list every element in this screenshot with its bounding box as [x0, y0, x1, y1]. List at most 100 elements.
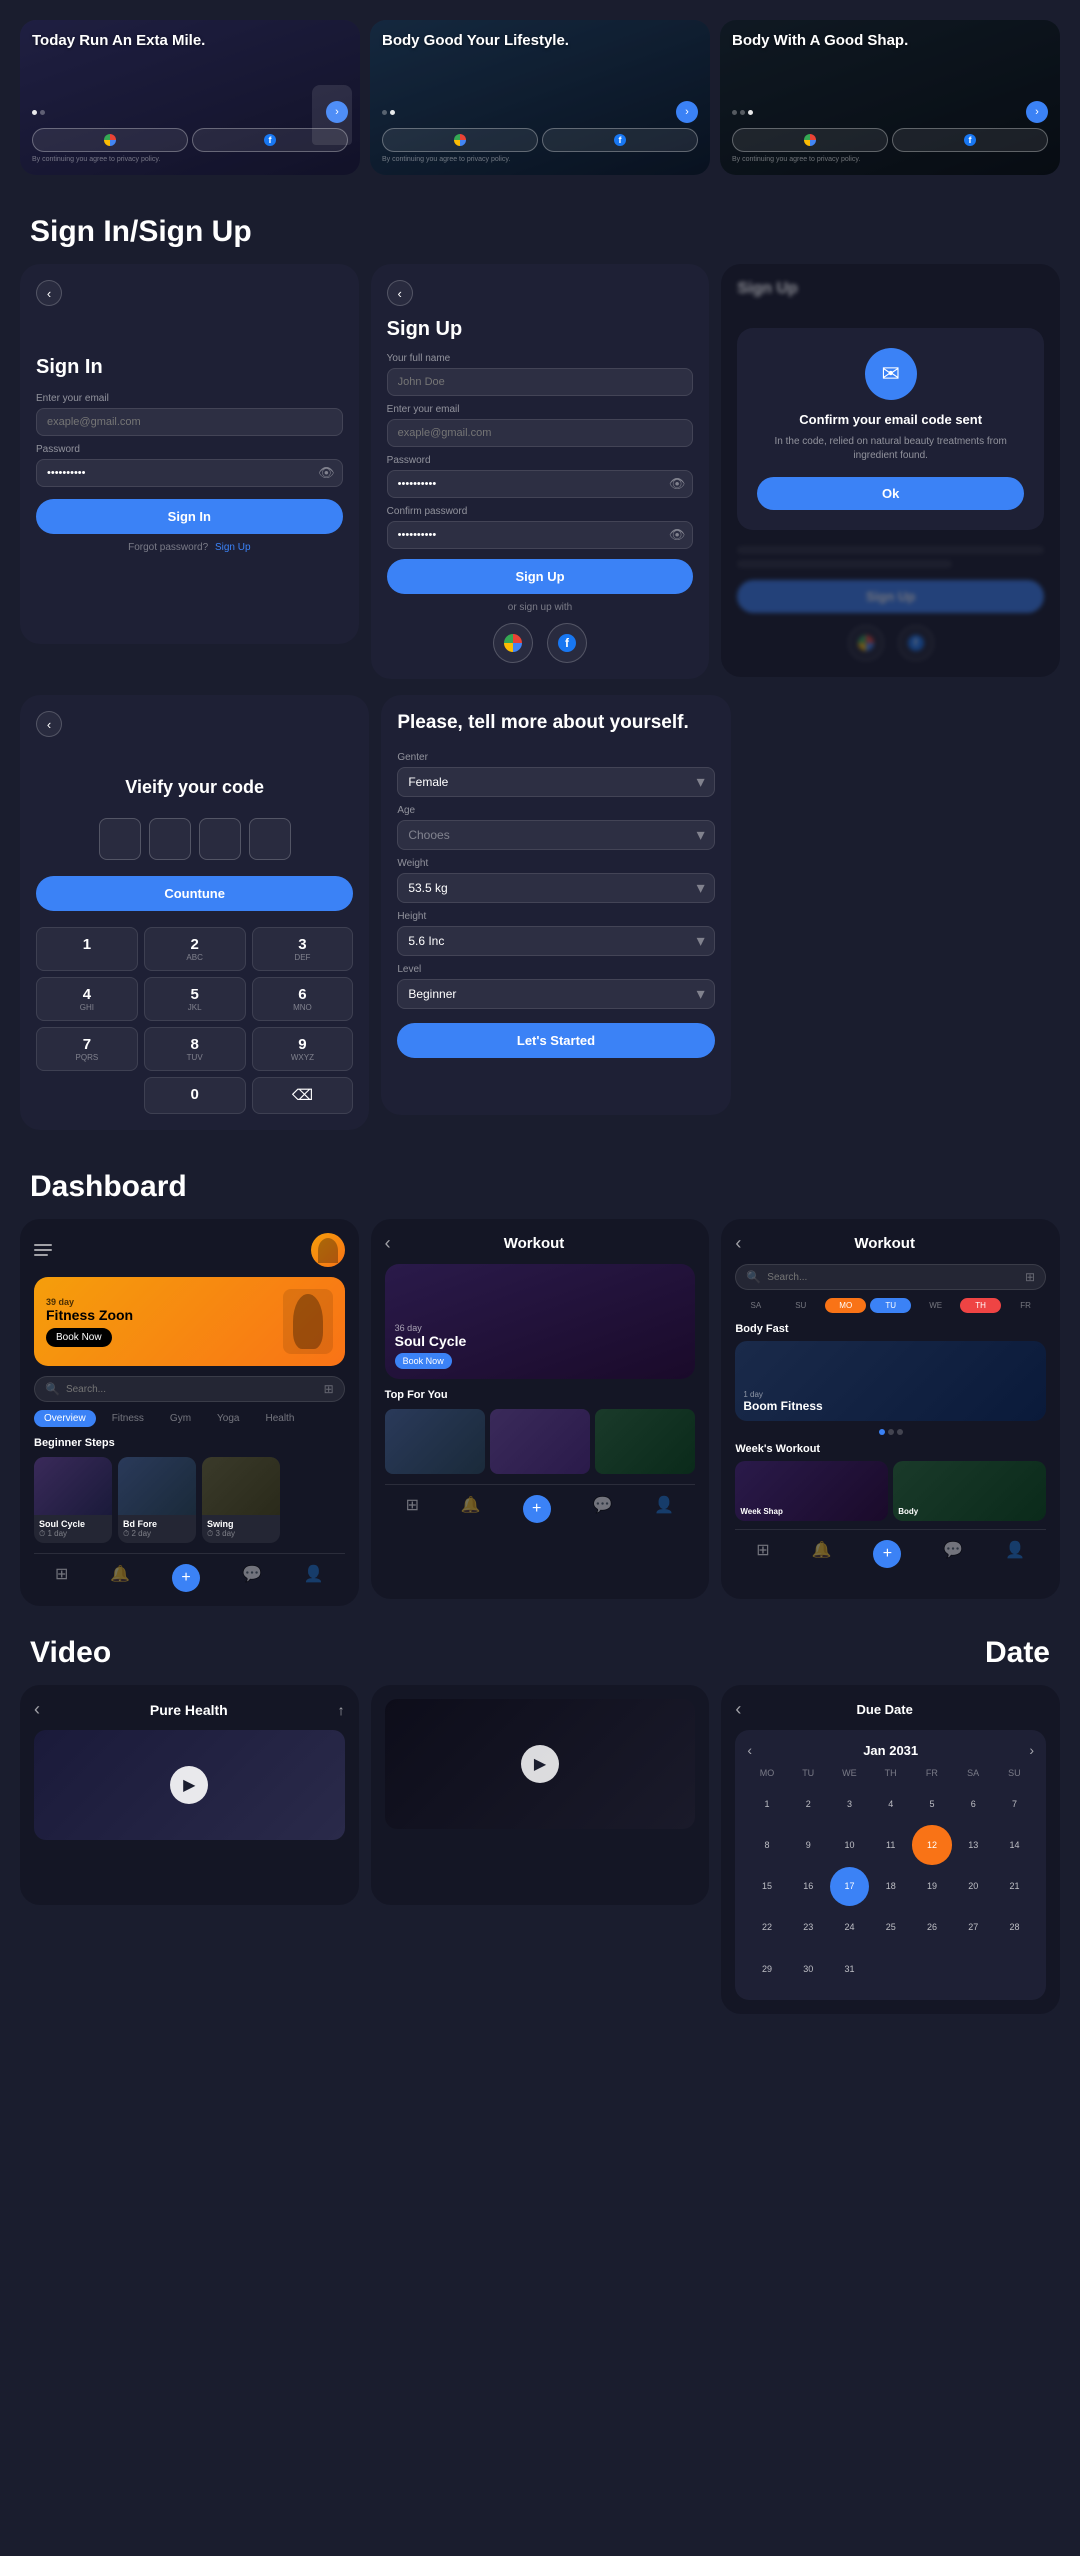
numpad-2[interactable]: 2ABC — [144, 927, 246, 971]
nav-add-2[interactable]: + — [523, 1495, 551, 1523]
nav-profile-3[interactable]: 👤 — [1005, 1540, 1025, 1568]
play-button-2[interactable]: ▶ — [521, 1745, 559, 1783]
code-box-1[interactable] — [99, 818, 141, 860]
date-back[interactable]: ‹ — [735, 1699, 741, 1720]
code-box-4[interactable] — [249, 818, 291, 860]
signup-email-input[interactable] — [387, 419, 694, 447]
facebook-signup-btn[interactable]: f — [547, 623, 587, 663]
book-now-btn[interactable]: Book Now — [46, 1328, 112, 1347]
numpad-1[interactable]: 1 — [36, 927, 138, 971]
calendar-cell[interactable]: 30 — [789, 1949, 828, 1988]
card-bd-fore[interactable]: Bd Fore ⏱ 2 day — [118, 1457, 196, 1543]
day-mo[interactable]: MO — [825, 1298, 866, 1313]
dashboard-search-input[interactable] — [66, 1384, 318, 1395]
tab-overview[interactable]: Overview — [34, 1410, 96, 1427]
ok-button[interactable]: Ok — [757, 477, 1024, 510]
boom-fitness-card[interactable]: 1 day Boom Fitness — [735, 1341, 1046, 1421]
workout-search-input[interactable] — [767, 1272, 1019, 1283]
nav-home-3[interactable]: ⊞ — [756, 1540, 769, 1568]
small-card-2[interactable] — [490, 1409, 590, 1474]
calendar-cell[interactable]: 4 — [871, 1784, 910, 1823]
tab-yoga[interactable]: Yoga — [207, 1410, 249, 1427]
calendar-cell[interactable]: 19 — [912, 1867, 951, 1906]
numpad-6[interactable]: 6MNO — [252, 977, 354, 1021]
facebook-btn-2[interactable]: f — [542, 128, 698, 152]
nav-home[interactable]: ⊞ — [55, 1564, 68, 1592]
tab-health[interactable]: Health — [255, 1410, 304, 1427]
numpad-0[interactable]: 0 — [144, 1077, 246, 1114]
continue-button[interactable]: Countune — [36, 876, 353, 911]
verify-back-btn[interactable]: ‹ — [36, 711, 62, 737]
nav-bell-2[interactable]: 🔔 — [461, 1495, 481, 1523]
gender-select[interactable]: Female Male — [397, 767, 714, 797]
user-avatar[interactable] — [311, 1233, 345, 1267]
calendar-cell[interactable]: 7 — [995, 1784, 1034, 1823]
code-box-3[interactable] — [199, 818, 241, 860]
signup-back-btn[interactable]: ‹ — [387, 280, 413, 306]
menu-icon[interactable] — [34, 1244, 52, 1256]
calendar-cell[interactable]: 28 — [995, 1908, 1034, 1947]
calendar-cell[interactable]: 13 — [954, 1825, 993, 1864]
numpad-4[interactable]: 4GHI — [36, 977, 138, 1021]
card-soul-cycle[interactable]: Soul Cycle ⏱ 1 day — [34, 1457, 112, 1543]
tab-gym[interactable]: Gym — [160, 1410, 201, 1427]
calendar-cell[interactable]: 21 — [995, 1867, 1034, 1906]
calendar-cell[interactable]: 17 — [830, 1867, 869, 1906]
day-th[interactable]: TH — [960, 1298, 1001, 1313]
calendar-cell[interactable]: 16 — [789, 1867, 828, 1906]
google-btn-1[interactable] — [32, 128, 188, 152]
nav-bell[interactable]: 🔔 — [110, 1564, 130, 1592]
signup-eye-icon[interactable]: 👁 — [669, 476, 686, 492]
nav-add-3[interactable]: + — [873, 1540, 901, 1568]
nav-chat-3[interactable]: 💬 — [943, 1540, 963, 1568]
lets-started-button[interactable]: Let's Started — [397, 1023, 714, 1058]
nav-profile-2[interactable]: 👤 — [654, 1495, 674, 1523]
calendar-cell[interactable]: 2 — [789, 1784, 828, 1823]
calendar-cell[interactable]: 8 — [747, 1825, 786, 1864]
calendar-cell[interactable]: 27 — [954, 1908, 993, 1947]
book-now-workout[interactable]: Book Now — [395, 1353, 452, 1369]
cal-next[interactable]: › — [1029, 1742, 1034, 1758]
video-back[interactable]: ‹ — [34, 1699, 40, 1720]
calendar-cell[interactable]: 15 — [747, 1867, 786, 1906]
filter-icon[interactable]: ⊞ — [324, 1382, 334, 1396]
day-fr[interactable]: FR — [1005, 1298, 1046, 1313]
numpad-5[interactable]: 5JKL — [144, 977, 246, 1021]
calendar-cell[interactable]: 10 — [830, 1825, 869, 1864]
numpad-3[interactable]: 3DEF — [252, 927, 354, 971]
confirm-password-input[interactable] — [387, 521, 694, 549]
workout-back-2[interactable]: ‹ — [735, 1233, 741, 1254]
calendar-cell[interactable]: 31 — [830, 1949, 869, 1988]
calendar-cell[interactable]: 29 — [747, 1949, 786, 1988]
play-button-1[interactable]: ▶ — [170, 1766, 208, 1804]
signin-password-input[interactable] — [36, 459, 343, 487]
numpad-8[interactable]: 8TUV — [144, 1027, 246, 1071]
small-card-3[interactable] — [595, 1409, 695, 1474]
height-select[interactable]: 5.6 Inc — [397, 926, 714, 956]
calendar-cell[interactable]: 3 — [830, 1784, 869, 1823]
numpad-7[interactable]: 7PQRS — [36, 1027, 138, 1071]
signin-back-btn[interactable]: ‹ — [36, 280, 62, 306]
workout-back-1[interactable]: ‹ — [385, 1233, 391, 1254]
password-eye-icon[interactable]: 👁 — [318, 465, 335, 481]
cal-prev[interactable]: ‹ — [747, 1742, 752, 1758]
video-thumbnail-1[interactable]: ▶ — [34, 1730, 345, 1840]
signup-password-input[interactable] — [387, 470, 694, 498]
nav-profile[interactable]: 👤 — [304, 1564, 324, 1592]
signin-button[interactable]: Sign In — [36, 499, 343, 534]
numpad-backspace[interactable]: ⌫ — [252, 1077, 354, 1114]
google-btn-2[interactable] — [382, 128, 538, 152]
hero-next-2[interactable]: › — [676, 101, 698, 123]
week-card-1[interactable]: Week Shap — [735, 1461, 888, 1521]
tab-fitness[interactable]: Fitness — [102, 1410, 154, 1427]
nav-bell-3[interactable]: 🔔 — [812, 1540, 832, 1568]
week-card-2[interactable]: Body — [893, 1461, 1046, 1521]
card-swing[interactable]: Swing ⏱ 3 day — [202, 1457, 280, 1543]
hero-next-3[interactable]: › — [1026, 101, 1048, 123]
numpad-9[interactable]: 9WXYZ — [252, 1027, 354, 1071]
code-box-2[interactable] — [149, 818, 191, 860]
nav-add[interactable]: + — [172, 1564, 200, 1592]
weight-select[interactable]: 53.5 kg — [397, 873, 714, 903]
calendar-cell[interactable]: 22 — [747, 1908, 786, 1947]
google-btn-3[interactable] — [732, 128, 888, 152]
